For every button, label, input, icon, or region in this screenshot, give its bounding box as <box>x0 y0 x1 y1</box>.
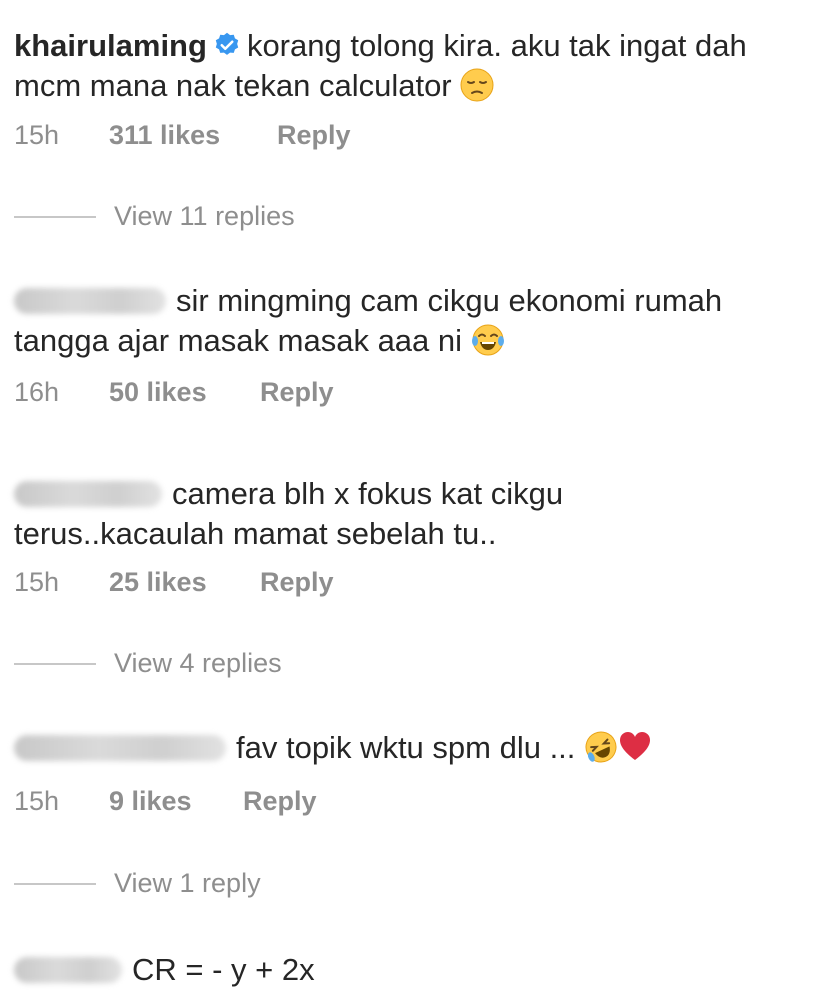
view-replies-button[interactable]: View 1 reply <box>114 868 261 899</box>
comment-time: 15h <box>14 120 60 150</box>
comment-2-line2: tangga ajar masak masak aaa ni <box>14 321 814 361</box>
likes-count[interactable]: 50 likes <box>109 377 207 408</box>
comment-3-text-b: terus..kacaulah mamat sebelah tu.. <box>14 516 497 551</box>
comment-1-line2: mcm mana nak tekan calculator <box>14 66 814 106</box>
blurred-username <box>14 481 162 507</box>
reply-button[interactable]: Reply <box>260 377 334 408</box>
verified-badge-icon <box>213 29 241 57</box>
tears-of-joy-icon <box>471 323 505 357</box>
likes-count[interactable]: 9 likes <box>109 786 192 817</box>
comment-3-line1: camera blh x fokus kat cikgu <box>14 474 814 514</box>
comment-4: fav topik wktu spm dlu ... <box>14 728 814 768</box>
comment-2-line1: sir mingming cam cikgu ekonomi rumah <box>14 281 814 321</box>
rolling-laughing-icon <box>584 730 618 764</box>
likes-count[interactable]: 25 likes <box>109 567 207 598</box>
comment-3: camera blh x fokus kat cikgu terus..kaca… <box>14 474 814 554</box>
blurred-username <box>14 957 122 983</box>
view-replies-button[interactable]: View 4 replies <box>114 648 282 679</box>
reply-button[interactable]: Reply <box>277 120 351 151</box>
pensive-face-icon <box>460 68 494 102</box>
comment-2-text-a: sir mingming cam cikgu ekonomi rumah <box>176 283 723 318</box>
likes-count[interactable]: 311 likes <box>109 120 220 151</box>
replies-divider <box>14 216 96 218</box>
comment-time: 15h <box>14 786 60 816</box>
view-replies-button[interactable]: View 11 replies <box>114 201 295 232</box>
comment-5-text-a: CR = - y + 2x <box>132 952 315 987</box>
comment-1-line1: khairulaming korang tolong kira. aku tak … <box>14 26 814 66</box>
blurred-username <box>14 735 226 761</box>
comment-3-text-a: camera blh x fokus kat cikgu <box>172 476 564 511</box>
comment-4-text-a: fav topik wktu spm dlu ... <box>236 730 576 765</box>
comment-1-text-b: mcm mana nak tekan calculator <box>14 68 452 103</box>
blurred-username <box>14 288 166 314</box>
comment-1: khairulaming korang tolong kira. aku tak … <box>14 26 814 106</box>
comment-1-text-a: korang tolong kira. aku tak ingat dah <box>246 28 747 63</box>
red-heart-icon <box>618 730 652 764</box>
comment-2-text-b: tangga ajar masak masak aaa ni <box>14 323 463 358</box>
comment-5-line1: CR = - y + 2x <box>14 950 814 990</box>
comment-time: 15h <box>14 567 60 597</box>
reply-button[interactable]: Reply <box>243 786 317 817</box>
comment-2: sir mingming cam cikgu ekonomi rumah tan… <box>14 281 814 361</box>
comment-time: 16h <box>14 377 60 407</box>
replies-divider <box>14 663 96 665</box>
comment-4-line1: fav topik wktu spm dlu ... <box>14 728 814 768</box>
reply-button[interactable]: Reply <box>260 567 334 598</box>
comment-3-line2: terus..kacaulah mamat sebelah tu.. <box>14 514 814 554</box>
comment-username[interactable]: khairulaming <box>14 28 207 63</box>
comment-5: CR = - y + 2x <box>14 950 814 990</box>
replies-divider <box>14 883 96 885</box>
